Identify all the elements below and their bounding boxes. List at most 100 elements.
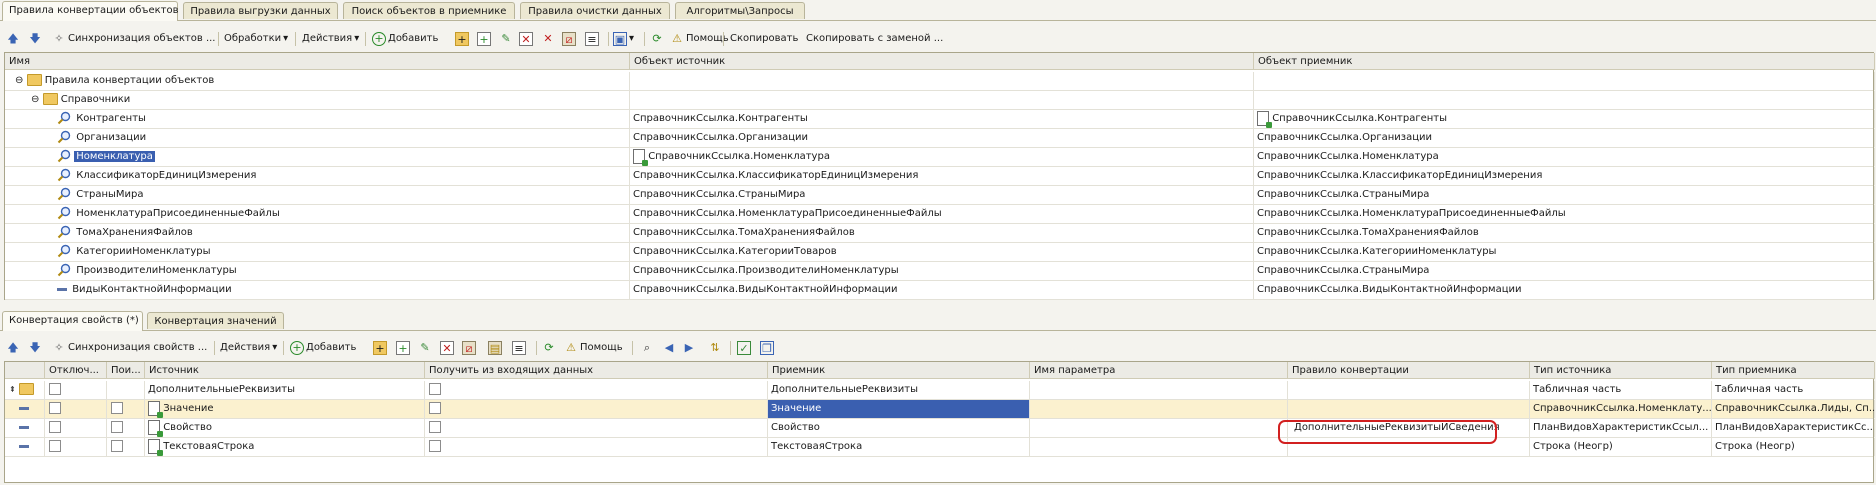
- source-object-cell[interactable]: СправочникСсылка.СтраныМира: [630, 186, 1254, 204]
- source-cell[interactable]: Свойство: [145, 419, 425, 437]
- windows-button[interactable]: ❐: [760, 339, 774, 357]
- column-header-target-object[interactable]: Объект приемник: [1254, 53, 1875, 70]
- add-folder-button[interactable]: +: [373, 339, 387, 357]
- table-row[interactable]: ВидыКонтактнойИнформации СправочникСсылка…: [5, 281, 1875, 300]
- move-up-button[interactable]: 🡅: [6, 30, 20, 48]
- column-header-source-type[interactable]: Тип источника: [1530, 362, 1712, 379]
- delete-button[interactable]: ✕: [440, 339, 454, 357]
- source-cell[interactable]: ТекстоваяСтрока: [145, 438, 425, 456]
- column-header-disabled[interactable]: Отключ...: [45, 362, 107, 379]
- table-row[interactable]: СтраныМира СправочникСсылка.СтраныМира Спр…: [5, 186, 1875, 205]
- sort-button[interactable]: ⇅: [708, 339, 722, 357]
- get-incoming-checkbox[interactable]: [429, 421, 441, 433]
- disabled-checkbox[interactable]: [49, 421, 61, 433]
- disabled-checkbox[interactable]: [49, 402, 61, 414]
- move-down-button[interactable]: 🡇: [28, 30, 42, 48]
- table-row[interactable]: НоменклатураПрисоединенныеФайлы Справочни…: [5, 205, 1875, 224]
- table-row[interactable]: ⇞ ДополнительныеРеквизиты ДополнительныеР…: [5, 381, 1875, 400]
- target-object-cell[interactable]: СправочникСсылка.НоменклатураПрисоединен…: [1254, 205, 1875, 223]
- actions-menu[interactable]: Действия ▾: [220, 339, 277, 357]
- filter-off-button[interactable]: ⧄: [562, 30, 576, 48]
- tab-export-rules[interactable]: Правила выгрузки данных: [183, 2, 338, 19]
- source-type-cell[interactable]: Табличная часть: [1530, 381, 1712, 399]
- table-row[interactable]: Контрагенты СправочникСсылка.Контрагенты …: [5, 110, 1875, 129]
- properties-button[interactable]: ≡: [512, 339, 526, 357]
- tab-receiver-search[interactable]: Поиск объектов в приемнике: [343, 2, 515, 19]
- source-type-cell[interactable]: СправочникСсылка.Номенклату...: [1530, 400, 1712, 418]
- table-row-group[interactable]: ⊖ Справочники: [5, 91, 1875, 110]
- mark-delete-button[interactable]: ✕: [519, 30, 533, 48]
- view-menu-button[interactable]: ▣ ▾: [613, 30, 634, 48]
- source-object-cell[interactable]: СправочникСсылка.ПроизводителиНоменклату…: [630, 262, 1254, 280]
- column-header-target-type[interactable]: Тип приемника: [1712, 362, 1875, 379]
- target-object-cell[interactable]: СправочникСсылка.Контрагенты: [1254, 110, 1875, 128]
- target-cell[interactable]: ТекстоваяСтрока: [768, 438, 1030, 456]
- target-object-cell[interactable]: СправочникСсылка.Номенклатура: [1254, 148, 1875, 166]
- tab-object-conversion-rules[interactable]: Правила конвертации объектов: [2, 1, 179, 21]
- target-object-cell[interactable]: СправочникСсылка.СтраныМира: [1254, 186, 1875, 204]
- refresh-button[interactable]: ⟳: [542, 339, 556, 357]
- next-button[interactable]: ▶: [682, 339, 696, 357]
- table-row[interactable]: КатегорииНоменклатуры СправочникСсылка.Ка…: [5, 243, 1875, 262]
- param-name-cell[interactable]: [1030, 438, 1288, 456]
- table-row[interactable]: Значение Значение СправочникСсылка.Номенкл…: [5, 400, 1875, 419]
- source-object-cell[interactable]: СправочникСсылка.КлассификаторЕдиницИзме…: [630, 167, 1254, 185]
- target-object-cell[interactable]: СправочникСсылка.СтраныМира: [1254, 262, 1875, 280]
- target-object-cell[interactable]: СправочникСсылка.Организации: [1254, 129, 1875, 147]
- column-header-name[interactable]: Имя: [5, 53, 630, 70]
- source-cell[interactable]: Значение: [145, 400, 425, 418]
- target-object-cell[interactable]: СправочникСсылка.ВидыКонтактнойИнформаци…: [1254, 281, 1875, 299]
- tab-property-conversion[interactable]: Конвертация свойств (*): [2, 311, 143, 331]
- column-header-search[interactable]: Пои...: [107, 362, 145, 379]
- source-object-cell[interactable]: СправочникСсылка.КатегорииТоваров: [630, 243, 1254, 261]
- disabled-checkbox[interactable]: [49, 440, 61, 452]
- source-type-cell[interactable]: ПланВидовХарактеристикСсыл...: [1530, 419, 1712, 437]
- move-up-button[interactable]: 🡅: [6, 339, 20, 357]
- source-object-cell[interactable]: СправочникСсылка.ВидыКонтактнойИнформаци…: [630, 281, 1254, 299]
- find-button[interactable]: ⌕: [640, 339, 654, 357]
- get-incoming-checkbox[interactable]: [429, 383, 441, 395]
- get-incoming-checkbox[interactable]: [429, 402, 441, 414]
- target-type-cell[interactable]: Строка (Неогр): [1712, 438, 1875, 456]
- disabled-checkbox[interactable]: [49, 383, 61, 395]
- target-cell[interactable]: Свойство: [768, 419, 1030, 437]
- collapse-icon[interactable]: ⊖: [15, 75, 23, 86]
- actions-menu[interactable]: Действия ▾: [302, 30, 359, 48]
- copy-row-button[interactable]: +: [396, 339, 410, 357]
- column-header-source-object[interactable]: Объект источник: [630, 53, 1254, 70]
- search-checkbox[interactable]: [111, 440, 123, 452]
- copy-button[interactable]: Скопировать: [730, 30, 798, 48]
- target-object-cell[interactable]: СправочникСсылка.ТомаХраненияФайлов: [1254, 224, 1875, 242]
- check-button[interactable]: ✓: [737, 339, 751, 357]
- column-header-target[interactable]: Приемник: [768, 362, 1030, 379]
- param-name-cell[interactable]: [1030, 400, 1288, 418]
- sync-objects-button[interactable]: ✧ Синхронизация объектов ...: [52, 30, 215, 48]
- copy-replace-button[interactable]: Скопировать с заменой ...: [806, 30, 943, 48]
- target-cell[interactable]: Значение: [768, 400, 1030, 418]
- get-incoming-checkbox[interactable]: [429, 440, 441, 452]
- search-checkbox[interactable]: [111, 421, 123, 433]
- tab-algorithms-queries[interactable]: Алгоритмы\Запросы: [675, 2, 805, 19]
- search-checkbox[interactable]: [111, 402, 123, 414]
- source-cell[interactable]: ДополнительныеРеквизиты: [145, 381, 425, 399]
- table-row[interactable]: ТомаХраненияФайлов СправочникСсылка.ТомаХ…: [5, 224, 1875, 243]
- source-object-cell[interactable]: СправочникСсылка.ТомаХраненияФайлов: [630, 224, 1254, 242]
- conversion-rule-cell[interactable]: [1288, 381, 1530, 399]
- column-header-conversion-rule[interactable]: Правило конвертации: [1288, 362, 1530, 379]
- source-type-cell[interactable]: Строка (Неогр): [1530, 438, 1712, 456]
- conversion-rule-cell[interactable]: [1288, 400, 1530, 418]
- source-object-cell[interactable]: СправочникСсылка.Номенклатура: [630, 148, 1254, 166]
- target-object-cell[interactable]: СправочникСсылка.КатегорииНоменклатуры: [1254, 243, 1875, 261]
- target-object-cell[interactable]: СправочникСсылка.КлассификаторЕдиницИзме…: [1254, 167, 1875, 185]
- add-button[interactable]: + Добавить: [372, 30, 438, 48]
- prev-button[interactable]: ◀: [662, 339, 676, 357]
- table-row[interactable]: Организации СправочникСсылка.Организации С…: [5, 129, 1875, 148]
- table-row[interactable]: Номенклатура СправочникСсылка.Номенклату…: [5, 148, 1875, 167]
- help-button[interactable]: ⚠ Помощь: [564, 339, 623, 357]
- copy-row-button[interactable]: +: [477, 30, 491, 48]
- target-type-cell[interactable]: СправочникСсылка.Лиды, Сп...: [1712, 400, 1875, 418]
- table-row[interactable]: ТекстоваяСтрока ТекстоваяСтрока Строка (Не…: [5, 438, 1875, 457]
- sync-properties-button[interactable]: ✧ Синхронизация свойств ...: [52, 339, 207, 357]
- refresh-button[interactable]: ⟳: [650, 30, 664, 48]
- properties-button[interactable]: ≡: [585, 30, 599, 48]
